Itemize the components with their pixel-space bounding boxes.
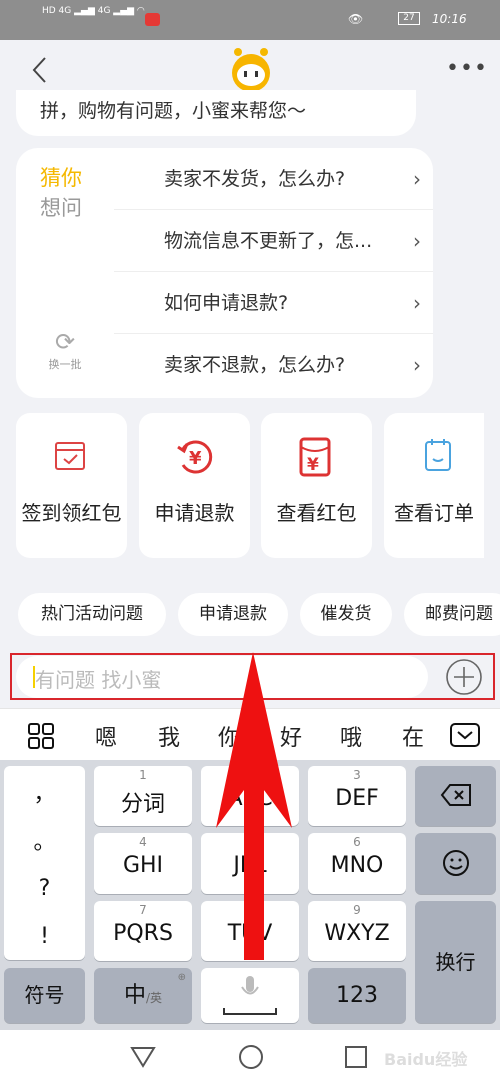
emoji-key[interactable] xyxy=(415,833,496,894)
svg-text:¥: ¥ xyxy=(189,448,202,469)
globe-icon: ⊕ xyxy=(177,972,186,983)
question-item[interactable]: 卖家不发货，怎么办? › xyxy=(114,148,433,210)
punctuation-column[interactable]: ， 。 ? ! xyxy=(4,766,85,960)
guess-questions-card: 猜你 想问 ⟳ 换一批 卖家不发货，怎么办? › 物流信息不更新了，怎... › 如… xyxy=(16,148,433,398)
status-bar: HD 4G ▂▄▆ 4G ▂▄▆ ◠ 👁 27 10:16 xyxy=(0,0,500,40)
backspace-key[interactable] xyxy=(415,766,496,826)
svg-text:¥: ¥ xyxy=(307,455,319,475)
keyboard: ， 。 ? ! 1 分词 2 ABC 3 DEF 4 GHI 5 JKL 6 MNO 7 PQ… xyxy=(0,760,500,1030)
order-clipboard-icon xyxy=(425,439,451,471)
punct-question[interactable]: ? xyxy=(4,876,85,901)
microphone-space-icon xyxy=(223,976,277,1015)
question-item[interactable]: 物流信息不更新了，怎... › xyxy=(114,210,433,272)
tile-label: 查看红包 xyxy=(276,501,357,525)
refresh-label: 换一批 xyxy=(48,358,82,371)
chevron-left-icon[interactable] xyxy=(30,56,48,84)
punct-comma[interactable]: ， xyxy=(4,776,85,808)
refund-yen-icon: ¥ xyxy=(177,440,213,474)
back-triangle-icon[interactable] xyxy=(130,1046,156,1068)
chevron-right-icon: › xyxy=(413,353,421,377)
more-dots-icon[interactable]: ••• xyxy=(446,56,488,81)
tile-orders[interactable]: 查看订单 xyxy=(384,413,484,558)
lang-main: 中 xyxy=(123,983,146,1008)
smiley-icon xyxy=(442,850,469,876)
refresh-button[interactable]: ⟳ 换一批 xyxy=(36,328,94,372)
grid-menu-icon[interactable] xyxy=(28,723,54,749)
key-2[interactable]: 2 ABC xyxy=(201,766,299,826)
refresh-icon: ⟳ xyxy=(54,328,76,356)
chevron-right-icon: › xyxy=(413,229,421,253)
message-bubble: 拼，购物有问题，小蜜来帮您～ xyxy=(16,90,416,136)
tile-label: 签到领红包 xyxy=(21,501,122,525)
numbers-key[interactable]: 123 xyxy=(308,968,406,1023)
input-bar: 有问题 找小蜜 xyxy=(0,646,500,708)
candidate-word[interactable]: 好 xyxy=(280,720,302,752)
candidate-word[interactable]: 嗯 xyxy=(95,720,117,752)
red-envelope-icon: ¥ xyxy=(299,437,331,477)
candidate-word[interactable]: 哦 xyxy=(340,720,362,752)
calendar-check-icon xyxy=(55,442,85,470)
key-3[interactable]: 3 DEF xyxy=(308,766,406,826)
highlight-box xyxy=(10,653,495,700)
chip-refund[interactable]: 申请退款 xyxy=(178,593,288,636)
enter-key[interactable]: 换行 xyxy=(415,901,496,1023)
tile-sign-in[interactable]: 签到领红包 xyxy=(16,413,127,558)
question-item[interactable]: 如何申请退款? › xyxy=(114,272,433,334)
eye-icon: 👁 xyxy=(348,12,364,26)
chip-urge-shipping[interactable]: 催发货 xyxy=(300,593,392,636)
candidate-word[interactable]: 你 xyxy=(218,720,240,752)
candidate-word[interactable]: 我 xyxy=(158,720,180,752)
space-voice-key[interactable] xyxy=(201,968,299,1023)
nav-bar: Baidu经验 xyxy=(0,1030,500,1084)
question-text: 卖家不发货，怎么办? xyxy=(164,168,346,190)
key-6[interactable]: 6 MNO xyxy=(308,833,406,894)
signal-icons: HD 4G ▂▄▆ 4G ▂▄▆ ◠ xyxy=(42,6,145,16)
question-item[interactable]: 卖家不退款，怎么办? › xyxy=(114,334,433,396)
candidate-bar xyxy=(0,708,500,760)
recents-square-icon[interactable] xyxy=(345,1046,367,1068)
question-text: 卖家不退款，怎么办? xyxy=(164,354,346,376)
chip-shipping-fee[interactable]: 邮费问题 xyxy=(404,593,500,636)
key-1[interactable]: 1 分词 xyxy=(94,766,192,826)
punct-period[interactable]: 。 xyxy=(4,824,85,856)
tile-label: 查看订单 xyxy=(394,501,474,525)
app-notification-icon xyxy=(145,13,160,26)
bee-mascot-logo xyxy=(232,48,270,94)
punct-exclaim[interactable]: ! xyxy=(4,924,85,949)
key-4[interactable]: 4 GHI xyxy=(94,833,192,894)
chevron-right-icon: › xyxy=(413,167,421,191)
key-8[interactable]: 8 TUV xyxy=(201,901,299,961)
battery-icon: 27 xyxy=(398,12,420,25)
tile-label: 申请退款 xyxy=(154,501,235,525)
tile-refund[interactable]: ¥ 申请退款 xyxy=(139,413,250,558)
chip-hot-activity[interactable]: 热门活动问题 xyxy=(18,593,166,636)
question-text: 如何申请退款? xyxy=(164,292,289,314)
guess-subtitle: 想问 xyxy=(40,196,82,220)
watermark-logo: Baidu经验 xyxy=(384,1050,468,1069)
key-5[interactable]: 5 JKL xyxy=(201,833,299,894)
clock: 10:16 xyxy=(432,12,467,26)
home-circle-icon[interactable] xyxy=(238,1044,264,1070)
guess-title: 猜你 xyxy=(40,166,82,190)
language-toggle-key[interactable]: 中/英 ⊕ xyxy=(94,968,192,1023)
tile-red-envelope[interactable]: ¥ 查看红包 xyxy=(261,413,372,558)
candidate-word[interactable]: 在 xyxy=(402,720,424,752)
lang-sub: /英 xyxy=(145,991,163,1005)
symbols-key[interactable]: 符号 xyxy=(4,968,85,1023)
key-9[interactable]: 9 WXYZ xyxy=(308,901,406,961)
chevron-right-icon: › xyxy=(413,291,421,315)
backspace-icon xyxy=(440,784,471,806)
question-text: 物流信息不更新了，怎... xyxy=(164,230,373,252)
collapse-keyboard-icon[interactable] xyxy=(450,723,480,747)
